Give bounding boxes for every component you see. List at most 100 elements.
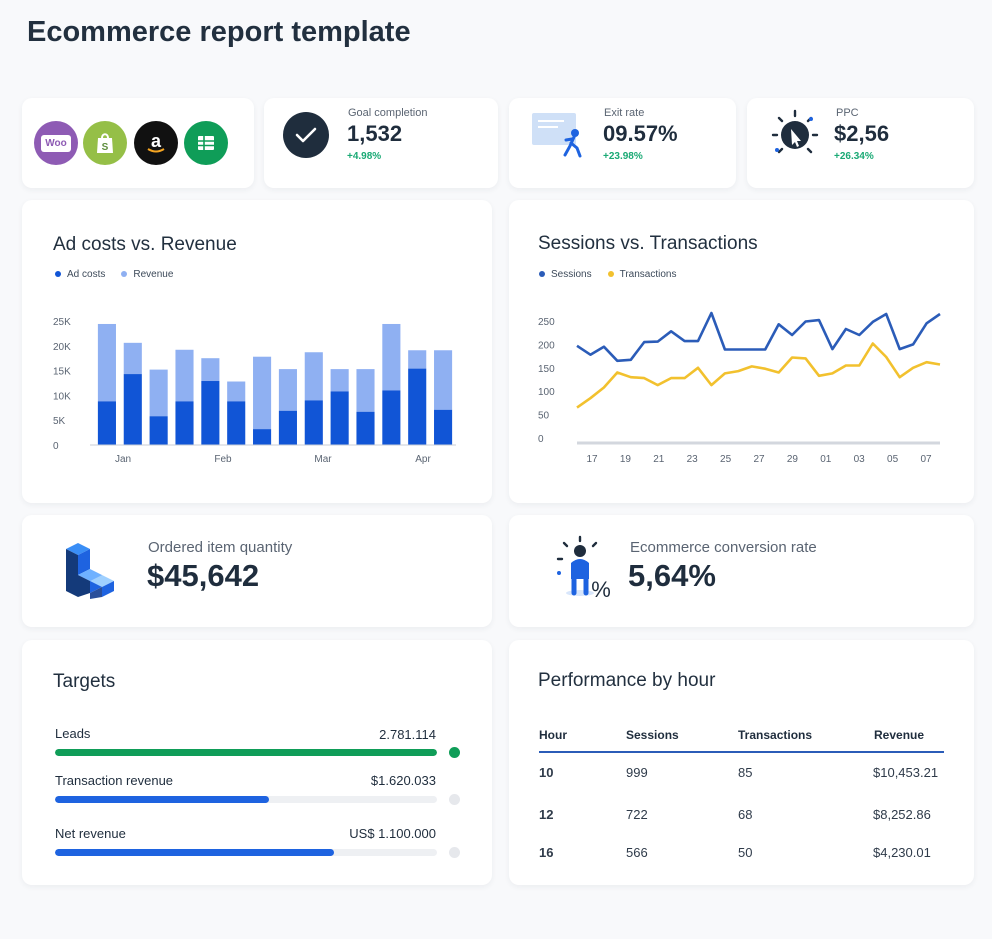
performance-card: Performance by hour Hour Sessions Transa…	[509, 640, 974, 885]
y-tick-label: 5K	[53, 416, 66, 427]
bar-ad-costs	[97, 401, 116, 445]
bar-revenue	[97, 323, 116, 402]
cell-revenue: $8,252.86	[873, 807, 931, 822]
bar-revenue	[149, 369, 168, 417]
page-title: Ecommerce report template	[27, 16, 411, 48]
target-label: Transaction revenue	[55, 773, 174, 788]
target-label: Leads	[55, 726, 91, 741]
stat-value: 5,64%	[628, 558, 716, 593]
y-tick-label: 100	[538, 387, 555, 398]
bar-ad-costs	[227, 401, 246, 445]
shopify-icon: S	[83, 121, 127, 165]
svg-text:S: S	[102, 142, 109, 153]
woocommerce-icon: Woo	[34, 121, 78, 165]
ordered-item-quantity-card: Ordered item quantity $45,642	[22, 515, 492, 627]
kpi-card-exit-rate: Exit rate 09.57% +23.98%	[509, 98, 736, 188]
y-tick-label: 50	[538, 411, 550, 422]
bar-revenue	[408, 350, 427, 369]
kpi-delta: +26.34%	[834, 151, 874, 162]
series-line-sessions	[576, 311, 941, 363]
bar-revenue	[304, 352, 323, 401]
section-title: Performance by hour	[538, 670, 716, 691]
cell-transactions: 85	[738, 765, 753, 780]
kpi-card-ppc: PPC $2,56 +26.34%	[747, 98, 974, 188]
y-tick-label: 250	[538, 317, 555, 328]
column-header-hour: Hour	[539, 728, 567, 742]
series-line-transactions	[576, 342, 941, 409]
kpi-delta: +23.98%	[603, 151, 643, 162]
target-value: US$ 1.100.000	[349, 826, 436, 841]
progress-track	[55, 796, 437, 803]
x-tick-label: 07	[920, 454, 932, 465]
bar-revenue	[356, 369, 375, 412]
bar-ad-costs	[356, 411, 375, 445]
google-sheets-icon	[184, 121, 228, 165]
column-header-transactions: Transactions	[738, 728, 813, 742]
conversion-rate-card: % Ecommerce conversion rate 5,64%	[509, 515, 974, 627]
percent-glyph: %	[591, 577, 611, 602]
x-tick-label: 25	[720, 454, 732, 465]
cell-sessions: 722	[626, 807, 648, 822]
bar-ad-costs	[330, 391, 349, 445]
kpi-value: 09.57%	[603, 121, 678, 146]
kpi-value: $2,56	[834, 121, 890, 146]
kpi-label: Exit rate	[604, 107, 645, 119]
bar-revenue	[330, 369, 349, 392]
column-header-revenue: Revenue	[874, 728, 925, 742]
x-tick-label: Apr	[415, 454, 431, 465]
bar-ad-costs	[201, 381, 220, 445]
x-tick-label: Mar	[314, 454, 332, 465]
cell-hour: 12	[539, 807, 554, 822]
column-header-sessions: Sessions	[626, 728, 679, 742]
ad-costs-revenue-card: Ad costs vs. Revenue Ad costs Revenue 05…	[22, 200, 492, 503]
bar-revenue	[175, 349, 194, 402]
bar-ad-costs	[408, 368, 427, 445]
x-tick-label: 19	[620, 454, 632, 465]
cell-transactions: 68	[738, 807, 753, 822]
y-tick-label: 0	[538, 434, 544, 445]
bar-revenue	[382, 323, 401, 391]
bar-revenue	[434, 350, 453, 410]
bar-revenue	[201, 358, 220, 382]
progress-track	[55, 749, 437, 756]
svg-text:a: a	[151, 131, 162, 151]
cell-revenue: $10,453.21	[873, 765, 939, 780]
bar-ad-costs	[149, 416, 168, 445]
kpi-card-goal-completion: Goal completion 1,532 +4.98%	[264, 98, 498, 188]
x-tick-label: 01	[820, 454, 832, 465]
cell-hour: 10	[539, 765, 554, 780]
bar-ad-costs	[175, 401, 194, 445]
cursor-click-icon	[771, 109, 819, 154]
cell-hour: 16	[539, 845, 554, 860]
kpi-label: Goal completion	[348, 107, 428, 119]
y-tick-label: 200	[538, 340, 555, 351]
y-tick-label: 0	[53, 441, 59, 452]
x-tick-label: 29	[787, 454, 799, 465]
target-label: Net revenue	[55, 826, 126, 841]
bar-ad-costs	[253, 429, 272, 445]
woo-text: Woo	[41, 134, 71, 152]
checkmark-icon	[283, 112, 329, 158]
integrations-card: Woo S a	[22, 98, 254, 188]
bar-ad-costs	[278, 410, 297, 445]
progress-fill	[55, 749, 437, 756]
kpi-label: PPC	[836, 107, 859, 119]
y-tick-label: 25K	[53, 317, 71, 328]
bar-revenue	[253, 356, 272, 430]
table-header-divider	[539, 751, 944, 753]
bar-ad-costs	[434, 409, 453, 445]
stat-value: $45,642	[147, 558, 260, 593]
kpi-value: 1,532	[347, 121, 403, 146]
stat-label: Ordered item quantity	[148, 539, 293, 556]
progress-track	[55, 849, 437, 856]
cell-sessions: 566	[626, 845, 648, 860]
bar-revenue	[227, 381, 246, 402]
exit-door-icon	[532, 113, 582, 158]
target-value: 2.781.114	[379, 727, 436, 742]
target-value: $1.620.033	[370, 773, 436, 788]
bar-chart: 0 5K 10K 15K 20K 25K Jan Feb Mar Apr	[53, 317, 456, 465]
x-tick-label: 27	[753, 454, 765, 465]
person-percent-icon: %	[556, 535, 611, 602]
x-tick-label: Jan	[115, 454, 131, 465]
y-tick-label: 15K	[53, 367, 71, 378]
